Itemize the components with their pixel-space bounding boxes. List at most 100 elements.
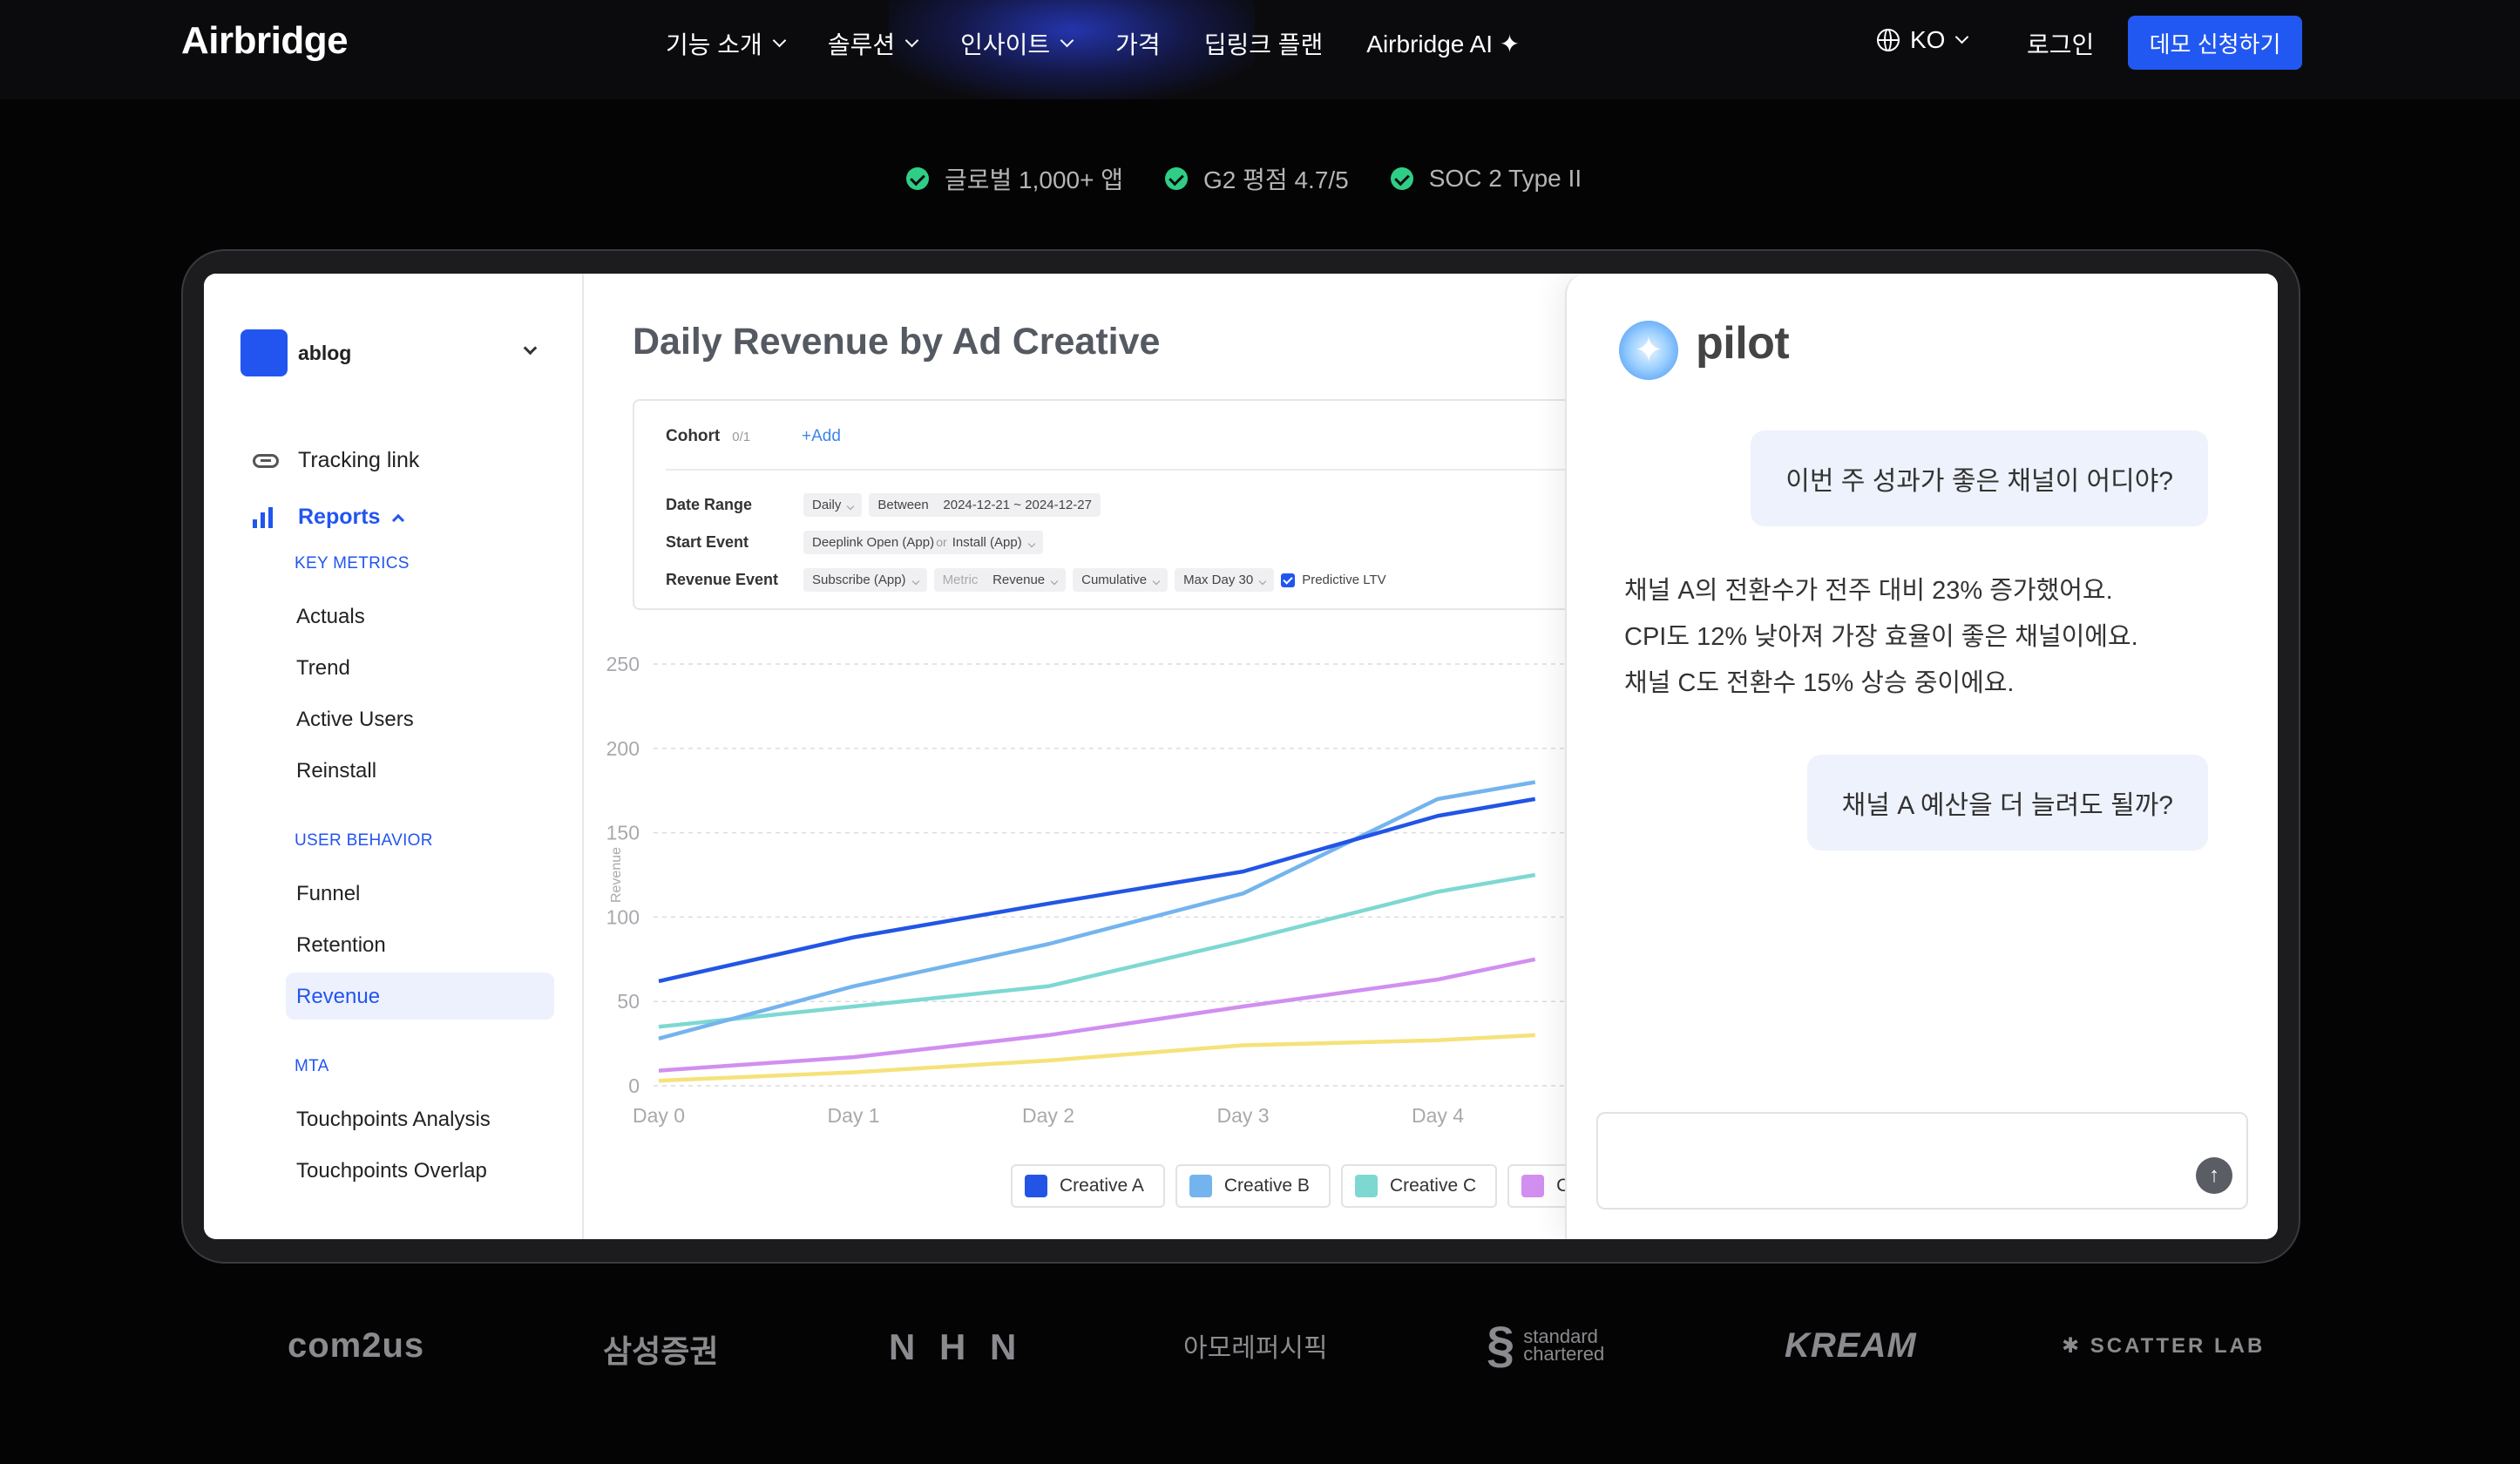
client-logo-amorepacific: 아모레퍼시픽	[1183, 1334, 1328, 1363]
top-nav: Airbridge 기능 소개 솔루션 인사이트 가격 딥링크 플랜 Airbr…	[0, 0, 2520, 99]
menu-label: 인사이트	[960, 31, 1051, 58]
badge-global-apps: 글로벌 1,000+ 앱	[906, 161, 1123, 196]
y-tick-label: 0	[628, 1074, 640, 1097]
language-selector[interactable]: KO	[1877, 26, 1969, 54]
link-icon	[253, 453, 279, 468]
client-logos: com2us 삼성증권 N H N 아모레퍼시픽 § standard char…	[0, 1307, 2520, 1386]
chevron-down-icon	[772, 33, 787, 47]
send-arrow-icon[interactable]: ↑	[2196, 1157, 2232, 1194]
client-logo-scatter-lab: ✱ SCATTER LAB	[2062, 1333, 2265, 1359]
chevron-down-icon	[1060, 33, 1074, 47]
answer-line: CPI도 12% 낮아져 가장 효율이 좋은 채널이에요.	[1624, 623, 2138, 651]
sidebar-item-reports[interactable]: Reports	[253, 505, 405, 530]
menu-label: 가격	[1115, 31, 1161, 58]
legend-item-creative-a[interactable]: Creative A	[1011, 1164, 1165, 1208]
answer-line: 채널 C도 전환수 15% 상승 중이에요.	[1624, 669, 2015, 697]
legend-label: Creative B	[1223, 1176, 1310, 1196]
menu-item-features[interactable]: 기능 소개	[666, 26, 787, 61]
series-line-creative-a[interactable]	[658, 796, 1536, 984]
product-preview-screen: ablog Tracking link Reports KEY METRICS …	[204, 274, 2278, 1239]
client-logo-kream: KREAM	[1785, 1326, 1917, 1365]
y-tick-label: 50	[617, 990, 640, 1013]
workspace-selector[interactable]: ablog	[240, 329, 542, 376]
menu-label: 딥링크 플랜	[1203, 31, 1324, 58]
section-title-user-behavior: USER BEHAVIOR	[295, 831, 433, 850]
legend-swatch	[1025, 1175, 1047, 1197]
section-title-mta: MTA	[295, 1057, 329, 1075]
assistant-message: 채널 A의 전환수가 전주 대비 23% 증가했어요. CPI도 12% 낮아져…	[1624, 568, 2138, 707]
chat-input[interactable]: ↑	[1596, 1112, 2248, 1210]
main-menu: 기능 소개 솔루션 인사이트 가격 딥링크 플랜 Airbridge AI ✦	[666, 26, 1563, 61]
demo-request-button[interactable]: 데모 신청하기	[2128, 16, 2302, 70]
brand-logo[interactable]: Airbridge	[181, 19, 349, 63]
series-line-creative-e[interactable]	[658, 1033, 1535, 1083]
legend-item-creative-c[interactable]: Creative C	[1340, 1164, 1498, 1208]
y-tick-label: 200	[606, 737, 640, 760]
x-tick-label: Day 4	[1412, 1104, 1464, 1127]
legend-label: Creative C	[1389, 1176, 1477, 1196]
app-sidebar: ablog Tracking link Reports KEY METRICS …	[204, 274, 584, 1239]
bar-chart-icon	[253, 506, 279, 528]
user-message-bubble: 이번 주 성과가 좋은 채널이 어디야?	[1751, 430, 2208, 526]
badge-soc2: SOC 2 Type II	[1390, 165, 1582, 193]
sidebar-subitem-active-users[interactable]: Active Users	[296, 708, 414, 732]
sidebar-subitem-touchpoints-overlap[interactable]: Touchpoints Overlap	[296, 1159, 487, 1183]
badge-text: G2 평점 4.7/5	[1203, 166, 1349, 193]
section-title-key-metrics: KEY METRICS	[295, 554, 410, 573]
login-link[interactable]: 로그인	[2027, 26, 2094, 61]
answer-line: 채널 A의 전환수가 전주 대비 23% 증가했어요.	[1624, 577, 2113, 605]
legend-label: Creative A	[1060, 1176, 1144, 1196]
badge-text: 글로벌 1,000+ 앱	[945, 166, 1124, 193]
series-group	[658, 780, 1536, 1083]
chart-legend: Creative A Creative B Creative C C	[1011, 1164, 1601, 1208]
sidebar-subitem-funnel[interactable]: Funnel	[296, 882, 360, 906]
chevron-up-icon	[392, 513, 405, 526]
pilot-title: pilot	[1696, 318, 1790, 369]
x-tick-label: Day 2	[1022, 1104, 1074, 1127]
trust-badges: 글로벌 1,000+ 앱 G2 평점 4.7/5 SOC 2 Type II	[906, 161, 1623, 196]
sidebar-subitem-actuals[interactable]: Actuals	[296, 605, 365, 629]
menu-item-solutions[interactable]: 솔루션	[827, 26, 919, 61]
legend-item-creative-b[interactable]: Creative B	[1175, 1164, 1331, 1208]
chevron-down-icon	[1955, 30, 1969, 44]
menu-label: 솔루션	[827, 31, 896, 58]
standard-chartered-mark-icon: §	[1487, 1317, 1515, 1373]
sidebar-subitem-trend[interactable]: Trend	[296, 656, 350, 681]
legend-swatch	[1189, 1175, 1212, 1197]
sparkle-icon	[1619, 321, 1678, 380]
x-tick-label: Day 0	[633, 1104, 685, 1127]
sidebar-subitem-retention[interactable]: Retention	[296, 933, 386, 958]
sidebar-item-label: Reports	[298, 505, 381, 529]
globe-icon	[1877, 29, 1900, 51]
x-tick-label: Day 3	[1216, 1104, 1269, 1127]
menu-label: 기능 소개	[666, 31, 762, 58]
y-tick-label: 250	[606, 653, 640, 675]
client-logo-nhn: N H N	[889, 1326, 1024, 1367]
menu-item-airbridge-ai[interactable]: Airbridge AI ✦	[1366, 30, 1520, 58]
y-axis-label: Revenue	[609, 847, 624, 903]
sidebar-subitem-reinstall[interactable]: Reinstall	[296, 759, 376, 783]
check-circle-icon	[906, 167, 929, 190]
menu-item-deeplink-plan[interactable]: 딥링크 플랜	[1204, 26, 1324, 61]
sidebar-item-label: Tracking link	[298, 448, 420, 472]
menu-item-pricing[interactable]: 가격	[1115, 26, 1161, 61]
series-line-creative-b[interactable]	[658, 780, 1536, 1040]
menu-item-insights[interactable]: 인사이트	[960, 26, 1074, 61]
badge-g2-rating: G2 평점 4.7/5	[1165, 161, 1349, 196]
language-label: KO	[1910, 26, 1946, 53]
chevron-down-icon	[904, 33, 919, 47]
sidebar-subitem-revenue[interactable]: Revenue	[296, 985, 380, 1009]
client-logo-com2us: com2us	[288, 1326, 425, 1365]
x-tick-label: Day 1	[827, 1104, 879, 1127]
logo-text: SCATTER LAB	[2090, 1334, 2266, 1358]
client-logo-samsung-securities: 삼성증권	[603, 1333, 719, 1369]
menu-label: Airbridge AI ✦	[1366, 30, 1521, 58]
chevron-down-icon	[523, 341, 538, 356]
user-message-bubble: 채널 A 예산을 더 늘려도 될까?	[1806, 755, 2208, 851]
logo-text: standard chartered	[1523, 1325, 1605, 1365]
sidebar-subitem-touchpoints-analysis[interactable]: Touchpoints Analysis	[296, 1108, 491, 1132]
scatter-lab-mark-icon: ✱	[2062, 1334, 2090, 1358]
check-circle-icon	[1390, 167, 1413, 190]
sidebar-item-tracking-link[interactable]: Tracking link	[253, 448, 419, 473]
workspace-icon	[240, 329, 288, 376]
